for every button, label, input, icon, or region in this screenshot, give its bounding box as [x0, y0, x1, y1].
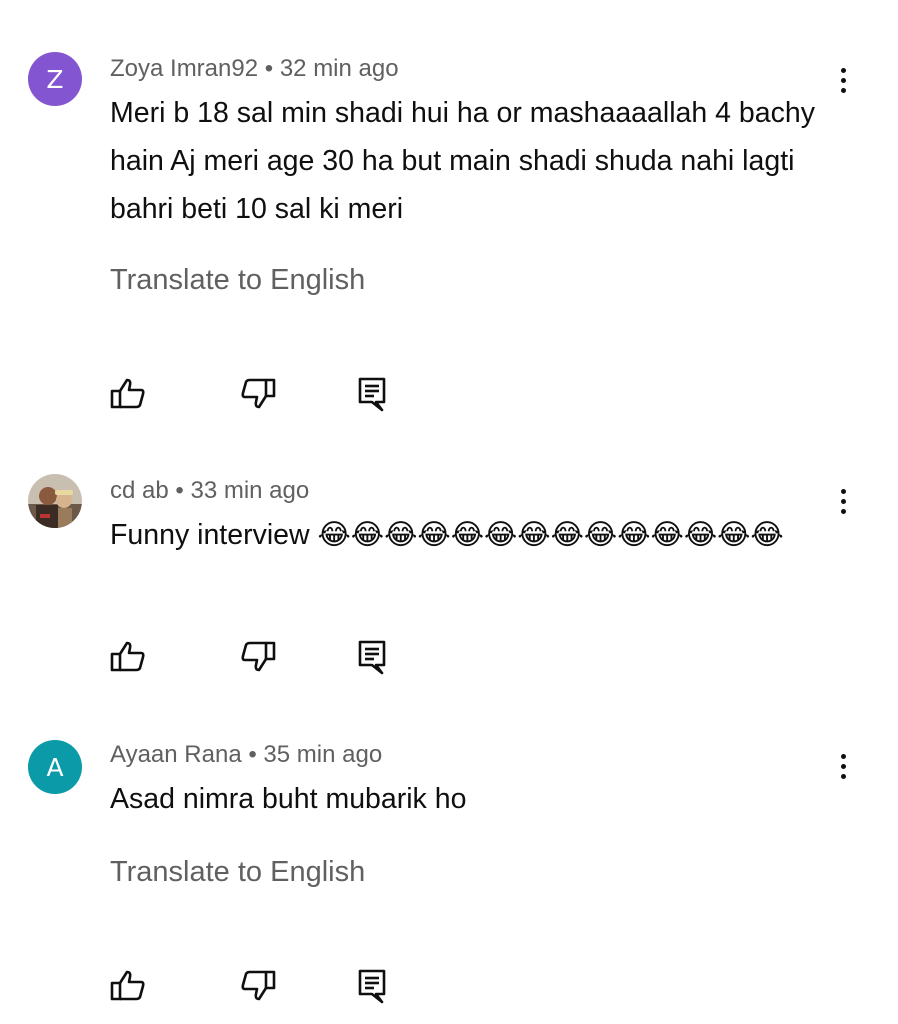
comment-item: Z Zoya Imran92 • 32 min ago Meri b 18 sa… [0, 0, 898, 440]
comment-author[interactable]: Ayaan Rana [110, 741, 242, 768]
comment-text: Asad nimra buht mubarik ho [110, 783, 467, 815]
avatar[interactable]: A [28, 740, 82, 794]
more-vert-icon[interactable] [828, 481, 858, 521]
comment-meta: cd ab • 33 min ago [110, 477, 309, 505]
comment-meta: Zoya Imran92 • 32 min ago [110, 55, 399, 83]
translate-link[interactable]: Translate to English [110, 856, 365, 889]
thumbs-down-icon[interactable] [238, 637, 278, 677]
thumbs-up-icon[interactable] [108, 637, 148, 677]
comment-text: Meri b 18 sal min shadi hui ha or mashaa… [110, 97, 815, 225]
comment-time: 32 min ago [279, 55, 399, 82]
comment-item: cd ab • 33 min ago Funny interview 😂😂😂😂😂… [0, 440, 898, 710]
thumbs-up-icon[interactable] [108, 374, 148, 414]
thumbs-down-icon[interactable] [238, 374, 278, 414]
thumbs-up-icon[interactable] [108, 966, 148, 1006]
avatar[interactable]: Z [28, 52, 82, 106]
comment-author[interactable]: cd ab [110, 477, 169, 504]
reply-icon[interactable] [352, 637, 392, 677]
avatar[interactable] [28, 474, 82, 528]
more-vert-icon[interactable] [828, 746, 858, 786]
meta-separator: • [258, 55, 280, 82]
avatar-photo-icon [28, 474, 82, 528]
comment-time: 33 min ago [190, 477, 310, 504]
comment-meta: Ayaan Rana • 35 min ago [110, 741, 382, 769]
translate-link[interactable]: Translate to English [110, 264, 365, 297]
more-vert-icon[interactable] [828, 60, 858, 100]
comment-item: A Ayaan Rana • 35 min ago Asad nimra buh… [0, 710, 898, 1024]
comment-time: 35 min ago [263, 741, 383, 768]
reply-icon[interactable] [352, 966, 392, 1006]
thumbs-down-icon[interactable] [238, 966, 278, 1006]
meta-separator: • [241, 741, 264, 768]
comment-author[interactable]: Zoya Imran92 [110, 55, 258, 82]
meta-separator: • [168, 477, 191, 504]
reply-icon[interactable] [352, 374, 392, 414]
comment-text: Funny interview 😂😂😂😂😂😂😂😂😂😂😂😂😂😂 [110, 519, 784, 551]
